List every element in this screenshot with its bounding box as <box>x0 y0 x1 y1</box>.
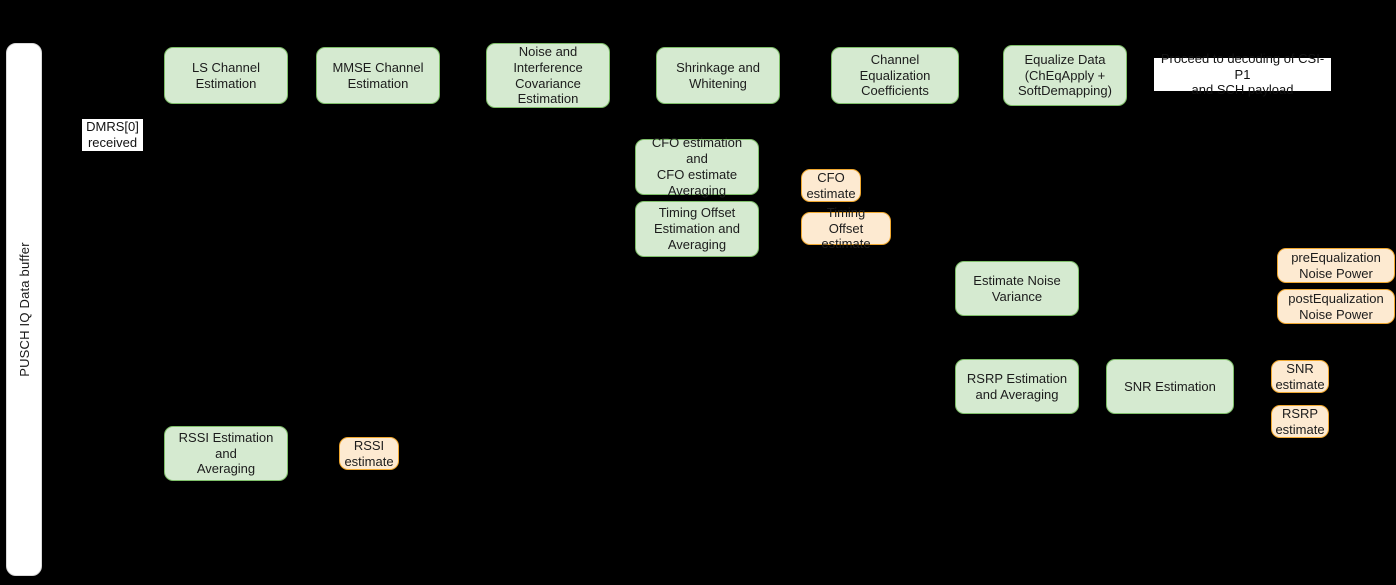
node-cfo-estimate[interactable]: CFO estimate <box>801 169 861 202</box>
node-snr-estimate[interactable]: SNR estimate <box>1271 360 1329 393</box>
pusch-iq-data-buffer-lane: PUSCH IQ Data buffer <box>6 43 42 576</box>
annotation-dmrs-received: DMRS[0] received <box>82 119 143 151</box>
node-estimate-noise-variance[interactable]: Estimate Noise Variance <box>955 261 1079 316</box>
node-post-equalization-noise-power[interactable]: postEqualization Noise Power <box>1277 289 1395 324</box>
node-rsrp-estimation-and-averaging[interactable]: RSRP Estimation and Averaging <box>955 359 1079 414</box>
node-shrinkage-and-whitening[interactable]: Shrinkage and Whitening <box>656 47 780 104</box>
node-mmse-channel-estimation[interactable]: MMSE Channel Estimation <box>316 47 440 104</box>
node-cfo-estimation-and-averaging[interactable]: CFO estimation and CFO estimate Averagin… <box>635 135 759 198</box>
pusch-iq-data-buffer-label: PUSCH IQ Data buffer <box>16 242 32 377</box>
node-channel-equalization-coefficients[interactable]: Channel Equalization Coefficients <box>831 47 959 104</box>
node-rssi-estimate[interactable]: RSSI estimate <box>339 437 399 470</box>
node-rsrp-estimate[interactable]: RSRP estimate <box>1271 405 1329 438</box>
node-pre-equalization-noise-power[interactable]: preEqualization Noise Power <box>1277 248 1395 283</box>
node-rssi-estimation-and-averaging[interactable]: RSSI Estimation and Averaging <box>164 426 288 481</box>
node-timing-offset-estimation-and-averaging[interactable]: Timing Offset Estimation and Averaging <box>635 201 759 257</box>
node-ls-channel-estimation[interactable]: LS Channel Estimation <box>164 47 288 104</box>
node-timing-offset-estimate[interactable]: Timing Offset estimate <box>801 205 891 251</box>
node-snr-estimation[interactable]: SNR Estimation <box>1106 359 1234 414</box>
node-noise-interference-covariance-estimation[interactable]: Noise and Interference Covariance Estima… <box>486 43 610 108</box>
diagram-canvas: PUSCH IQ Data buffer DMRS[0] received LS… <box>0 0 1396 585</box>
annotation-proceed-to-decoding: Proceed to decoding of CSI-P1 and SCH pa… <box>1154 51 1331 97</box>
node-equalize-data[interactable]: Equalize Data (ChEqApply + SoftDemapping… <box>1003 45 1127 106</box>
